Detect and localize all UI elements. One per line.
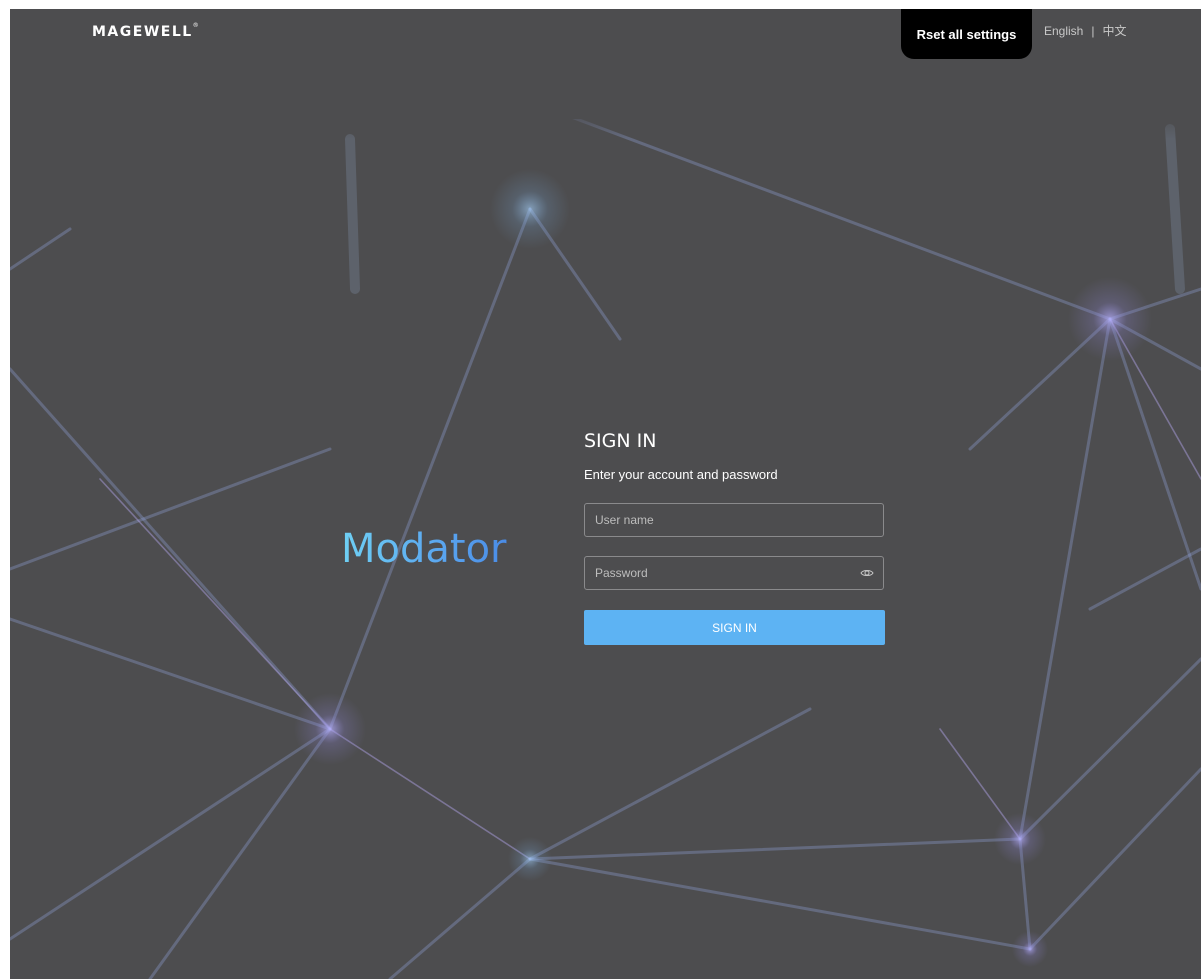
magewell-logo: MAGEWELL® xyxy=(92,22,199,40)
signin-title: SIGN IN xyxy=(584,430,657,452)
registered-mark: ® xyxy=(192,22,199,29)
password-field-wrapper xyxy=(584,556,884,590)
product-name: Modator xyxy=(341,526,507,572)
login-page: MAGEWELL® Rset all settings English | 中文… xyxy=(10,9,1201,979)
lang-english-link[interactable]: English xyxy=(1044,24,1083,38)
signin-subtitle: Enter your account and password xyxy=(584,467,778,482)
lang-separator: | xyxy=(1091,23,1095,38)
eye-icon[interactable] xyxy=(860,566,874,580)
password-input[interactable] xyxy=(585,557,883,589)
signin-form: SIGN IN Enter your account and password … xyxy=(584,427,886,645)
username-input[interactable] xyxy=(585,504,883,536)
logo-text: MAGEWELL xyxy=(92,24,193,40)
signin-button[interactable]: SIGN IN xyxy=(584,610,885,645)
lang-chinese-link[interactable]: 中文 xyxy=(1102,22,1126,39)
reset-all-settings-button[interactable]: Rset all settings xyxy=(901,9,1032,59)
language-switcher: English | 中文 xyxy=(1044,22,1127,39)
username-field-wrapper xyxy=(584,503,884,537)
